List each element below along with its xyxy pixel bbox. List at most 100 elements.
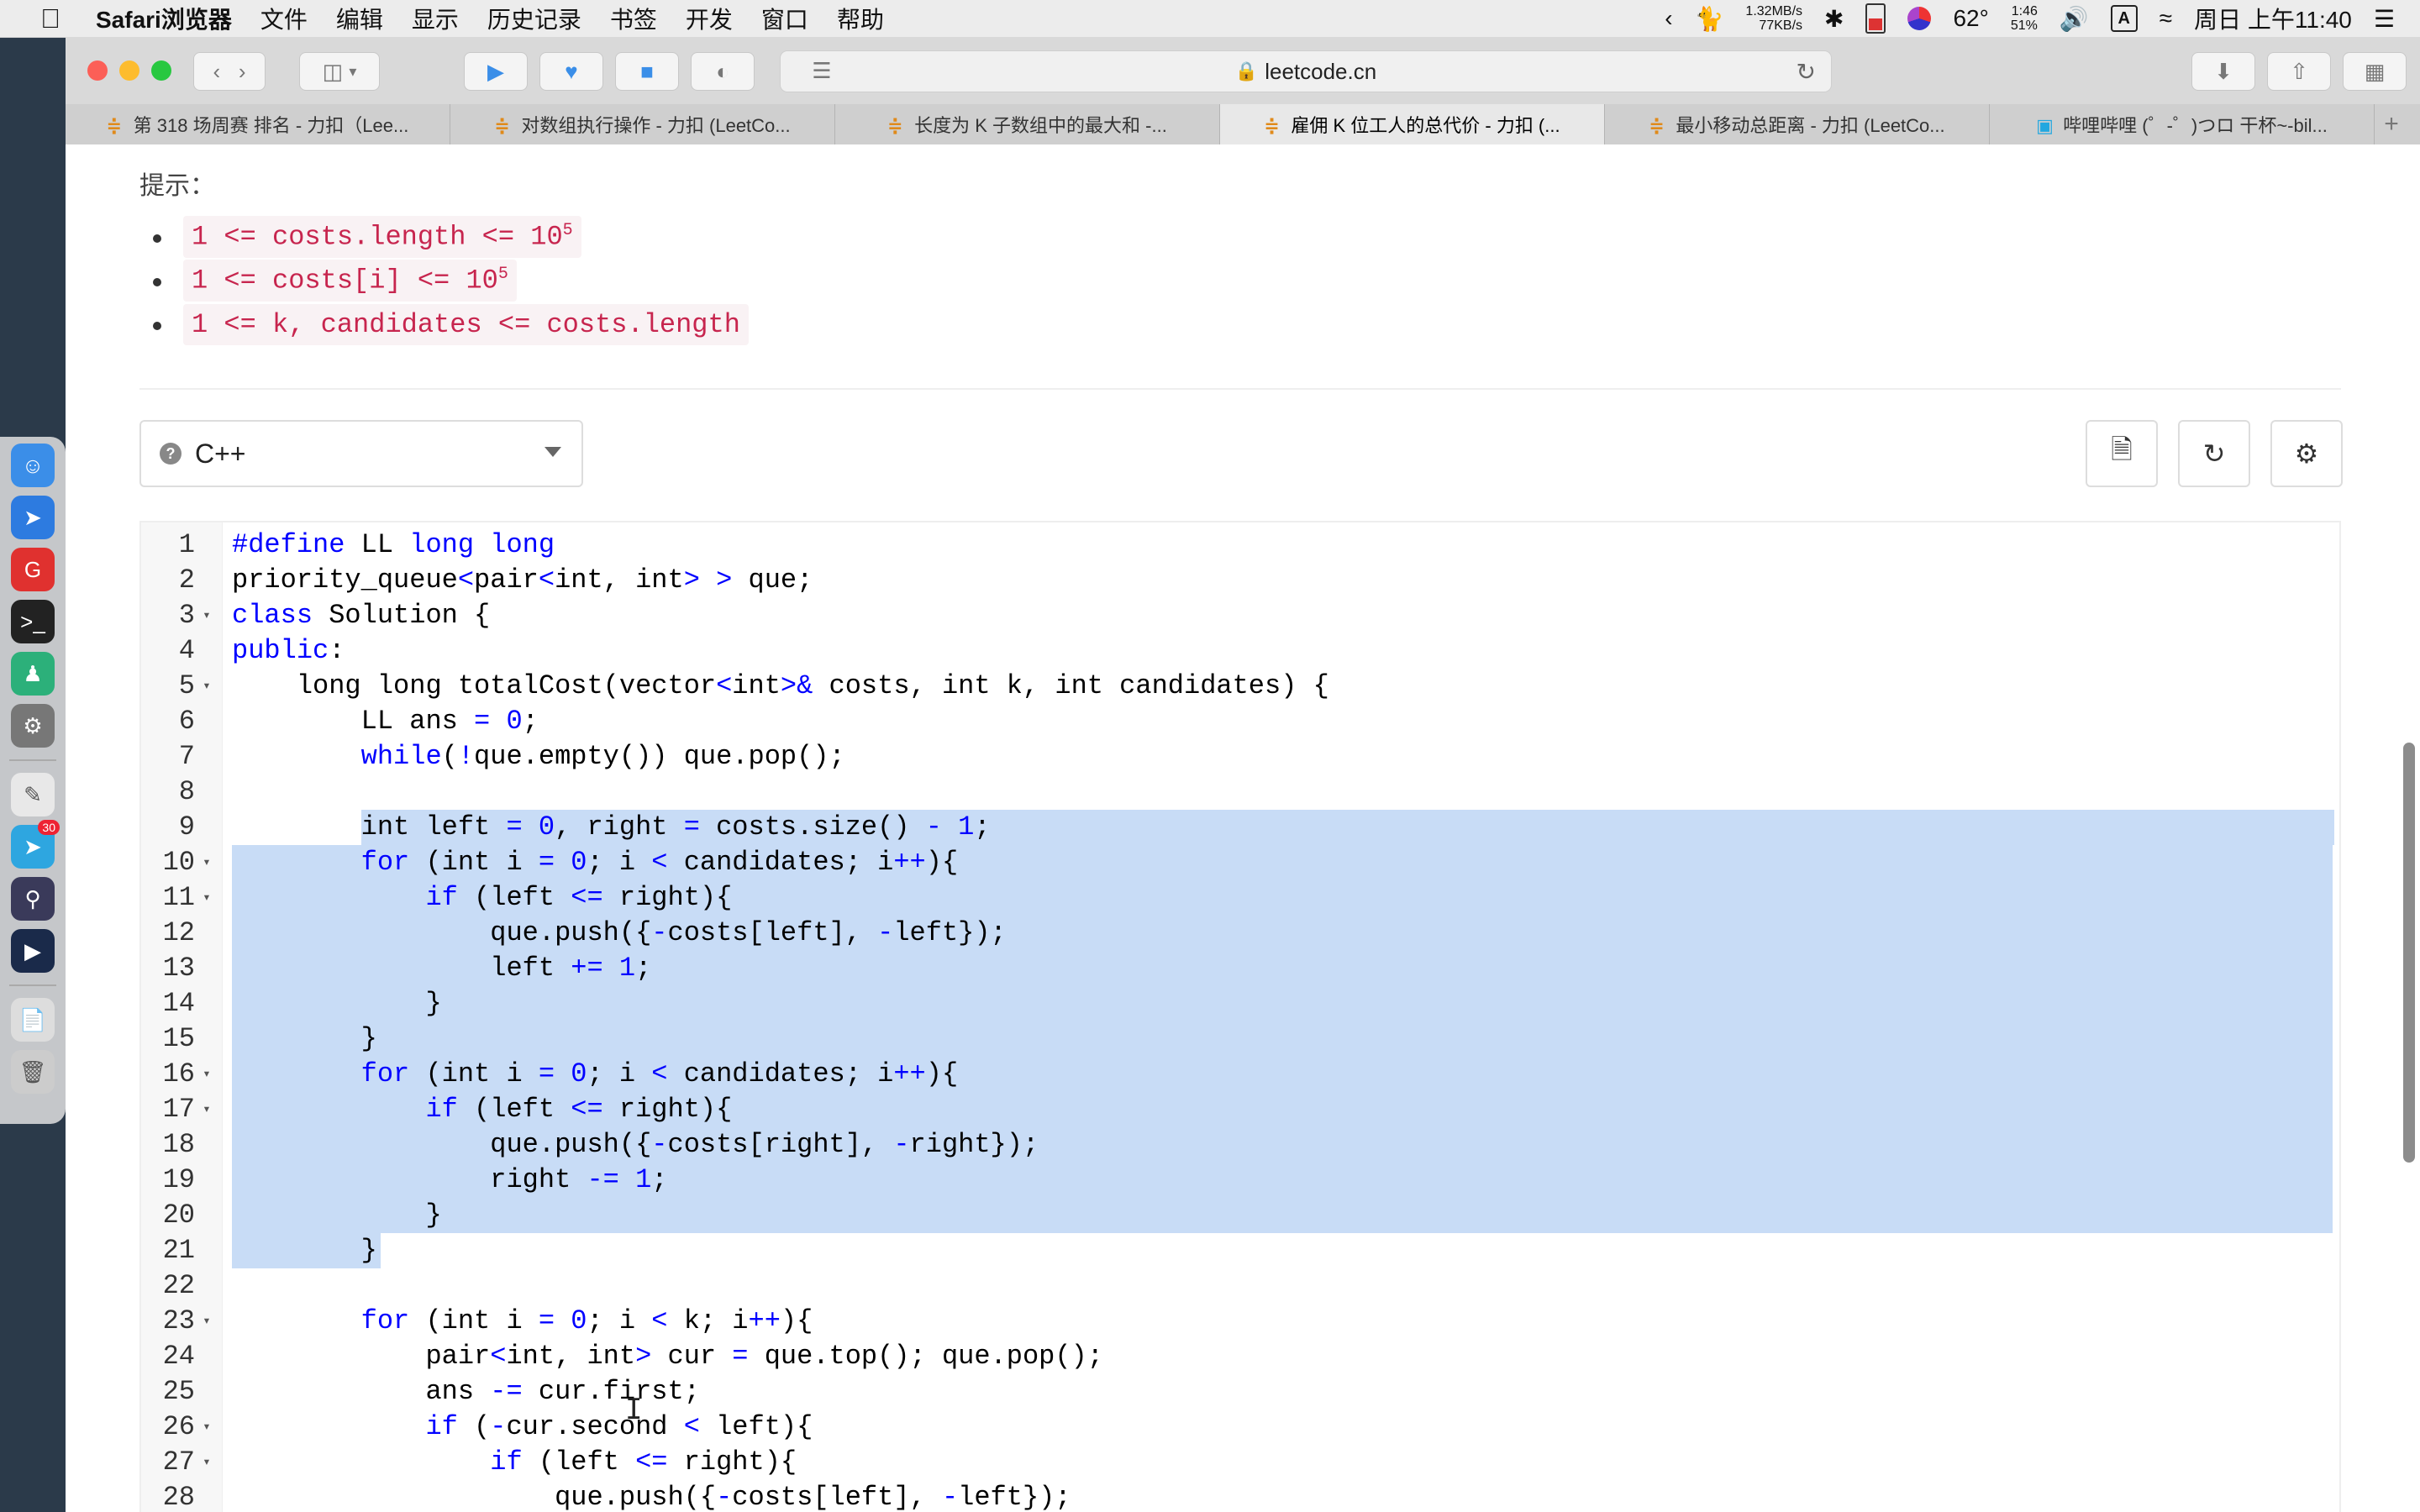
scrollbar-thumb[interactable] — [2403, 743, 2415, 1163]
tab-min-total-distance[interactable]: ≑ 最小移动总距离 - 力扣 (LeetCo... — [1605, 104, 1990, 144]
code-line[interactable]: 13 left += 1; — [141, 951, 2339, 986]
code-line[interactable]: 12 que.push({-costs[left], -left}); — [141, 916, 2339, 951]
trash-icon[interactable]: 🗑 — [11, 1050, 55, 1094]
apple-icon[interactable]:  — [34, 3, 67, 34]
language-select[interactable]: ? C++ — [139, 420, 583, 487]
extension-1-button[interactable]: ▶ — [464, 52, 528, 91]
code-line[interactable]: 4 public: — [141, 633, 2339, 669]
battery-icon[interactable] — [1865, 3, 1886, 34]
code-line[interactable]: 8 — [141, 774, 2339, 810]
bluetooth-icon[interactable]: ✱ — [1824, 5, 1844, 33]
code-line[interactable]: 1 #define LL long long — [141, 528, 2339, 563]
finder-icon[interactable]: ☺ — [11, 444, 55, 487]
code-line[interactable]: 6 LL ans = 0; — [141, 704, 2339, 739]
menu-history[interactable]: 历史记录 — [487, 2, 581, 35]
green-app-icon[interactable]: ♟ — [11, 652, 55, 696]
document-icon[interactable]: 📄 — [11, 998, 55, 1042]
page-scrollbar[interactable] — [2403, 155, 2415, 1499]
code-line[interactable]: 24 pair<int, int> cur = que.top(); que.p… — [141, 1339, 2339, 1374]
volume-icon[interactable]: 🔊 — [2060, 5, 2089, 33]
code-template-button[interactable]: 🗎 — [2086, 420, 2158, 487]
system-preferences-icon[interactable]: ⚙ — [11, 704, 55, 748]
menu-app-name[interactable]: Safari浏览器 — [96, 2, 232, 35]
istat-ring-icon[interactable] — [1907, 7, 1932, 30]
menu-file[interactable]: 文件 — [260, 2, 308, 35]
tab-overview-button[interactable]: ▦ — [2343, 52, 2407, 91]
reload-icon[interactable]: ↻ — [1797, 58, 1816, 86]
cat-icon[interactable]: 🐈 — [1695, 5, 1724, 33]
terminal-icon[interactable]: >_ — [11, 600, 55, 643]
code-line[interactable]: 16 ▾ for (int i = 0; i < candidates; i++)… — [141, 1057, 2339, 1092]
code-line[interactable]: 27 ▾ if (left <= right){ — [141, 1445, 2339, 1480]
close-window-button[interactable] — [87, 60, 108, 81]
minimize-window-button[interactable] — [119, 60, 139, 81]
code-editor[interactable]: 1 #define LL long long 2 priority_queue<pai… — [139, 521, 2341, 1512]
reader-icon[interactable]: ☰ — [795, 52, 849, 89]
fold-toggle-icon[interactable]: ▾ — [198, 669, 215, 704]
menu-view[interactable]: 显示 — [412, 2, 459, 35]
telegram-icon[interactable]: ➤ 30 — [11, 820, 60, 869]
code-line[interactable]: 25 ans -= cur.first; — [141, 1374, 2339, 1410]
code-line[interactable]: 23 ▾ for (int i = 0; i < k; i++){ — [141, 1304, 2339, 1339]
wifi-icon[interactable]: ≈ — [2160, 5, 2172, 32]
downloads-button[interactable]: ⬇ — [2191, 52, 2255, 91]
back-icon[interactable]: ‹ — [213, 59, 220, 85]
tab-apply-operations[interactable]: ≑ 对数组执行操作 - 力扣 (LeetCo... — [450, 104, 835, 144]
fold-toggle-icon[interactable]: ▾ — [198, 1410, 215, 1445]
code-line[interactable]: 2 priority_queue<pair<int, int> > que; — [141, 563, 2339, 598]
fold-toggle-icon[interactable]: ▾ — [198, 1304, 215, 1339]
g-app-icon[interactable]: G — [11, 548, 55, 591]
clock[interactable]: 周日 上午11:40 — [2194, 2, 2352, 35]
menu-help[interactable]: 帮助 — [837, 2, 884, 35]
zoom-window-button[interactable] — [151, 60, 171, 81]
tab-bilibili[interactable]: ▣ 哔哩哔哩 (゜-゜)つロ 干杯~-bil... — [1990, 104, 2375, 144]
code-line[interactable]: 14 } — [141, 986, 2339, 1021]
extension-3-button[interactable]: ■ — [615, 52, 679, 91]
forward-icon[interactable]: › — [239, 59, 246, 85]
menu-develop[interactable]: 开发 — [686, 2, 733, 35]
fold-toggle-icon[interactable]: ▾ — [198, 1092, 215, 1127]
new-tab-button[interactable]: + — [2375, 104, 2408, 144]
menu-bookmarks[interactable]: 书签 — [610, 2, 657, 35]
code-line[interactable]: 18 que.push({-costs[right], -right}); — [141, 1127, 2339, 1163]
extension-2-button[interactable]: ♥ — [539, 52, 603, 91]
tab-hire-k-workers[interactable]: ≑ 雇佣 K 位工人的总代价 - 力扣 (... — [1220, 104, 1605, 144]
menu-window[interactable]: 窗口 — [761, 2, 808, 35]
tab-max-subarray-sum[interactable]: ≑ 长度为 K 子数组中的最大和 -... — [835, 104, 1220, 144]
fold-toggle-icon[interactable]: ▾ — [198, 598, 215, 633]
code-line[interactable]: 17 ▾ if (left <= right){ — [141, 1092, 2339, 1127]
address-bar[interactable]: 🔒 leetcode.cn ↻ — [780, 50, 1832, 92]
code-line[interactable]: 28 que.push({-costs[left], -left}); — [141, 1480, 2339, 1512]
editor-settings-button[interactable]: ⚙ — [2270, 420, 2343, 487]
privacy-shield-button[interactable]: ◐ — [691, 52, 755, 91]
code-line[interactable]: 5 ▾ long long totalCost(vector<int>& cost… — [141, 669, 2339, 704]
input-method[interactable]: A — [2110, 5, 2138, 32]
sidebar-button[interactable]: ◫ ▾ — [299, 52, 380, 91]
control-center-icon[interactable]: ☰ — [2374, 5, 2395, 33]
chevron-left-icon[interactable]: ‹ — [1665, 5, 1672, 32]
fold-toggle-icon[interactable]: ▾ — [198, 845, 215, 880]
code-line[interactable]: 26 ▾ if (-cur.second < left){ — [141, 1410, 2339, 1445]
notes-icon[interactable]: ✎ — [11, 773, 55, 816]
search-app-icon[interactable]: ⚲ — [11, 877, 55, 921]
code-line[interactable]: 11 ▾ if (left <= right){ — [141, 880, 2339, 916]
video-app-icon[interactable]: ▶ — [11, 929, 55, 973]
share-button[interactable]: ⇧ — [2267, 52, 2331, 91]
tab-contest-ranking[interactable]: ≑ 第 318 场周赛 排名 - 力扣（Lee... — [66, 104, 450, 144]
code-line[interactable]: 9 int left = 0, right = costs.size() - 1… — [141, 810, 2339, 845]
fold-toggle-icon[interactable]: ▾ — [198, 1445, 215, 1480]
menu-edit[interactable]: 编辑 — [336, 2, 383, 35]
code-line[interactable]: 7 while(!que.empty()) que.pop(); — [141, 739, 2339, 774]
code-line[interactable]: 15 } — [141, 1021, 2339, 1057]
code-line[interactable]: 10 ▾ for (int i = 0; i < candidates; i++)… — [141, 845, 2339, 880]
reset-code-button[interactable]: ↻ — [2178, 420, 2250, 487]
code-line[interactable]: 22 — [141, 1268, 2339, 1304]
code-line[interactable]: 21 } — [141, 1233, 2339, 1268]
code-line[interactable]: 3 ▾ class Solution { — [141, 598, 2339, 633]
back-forward-buttons[interactable]: ‹ › — [193, 52, 266, 91]
code-line[interactable]: 19 right -= 1; — [141, 1163, 2339, 1198]
code-line[interactable]: 20 } — [141, 1198, 2339, 1233]
safari-icon[interactable]: ➤ — [11, 496, 55, 539]
fold-toggle-icon[interactable]: ▾ — [198, 1057, 215, 1092]
help-icon[interactable]: ? — [160, 443, 182, 465]
